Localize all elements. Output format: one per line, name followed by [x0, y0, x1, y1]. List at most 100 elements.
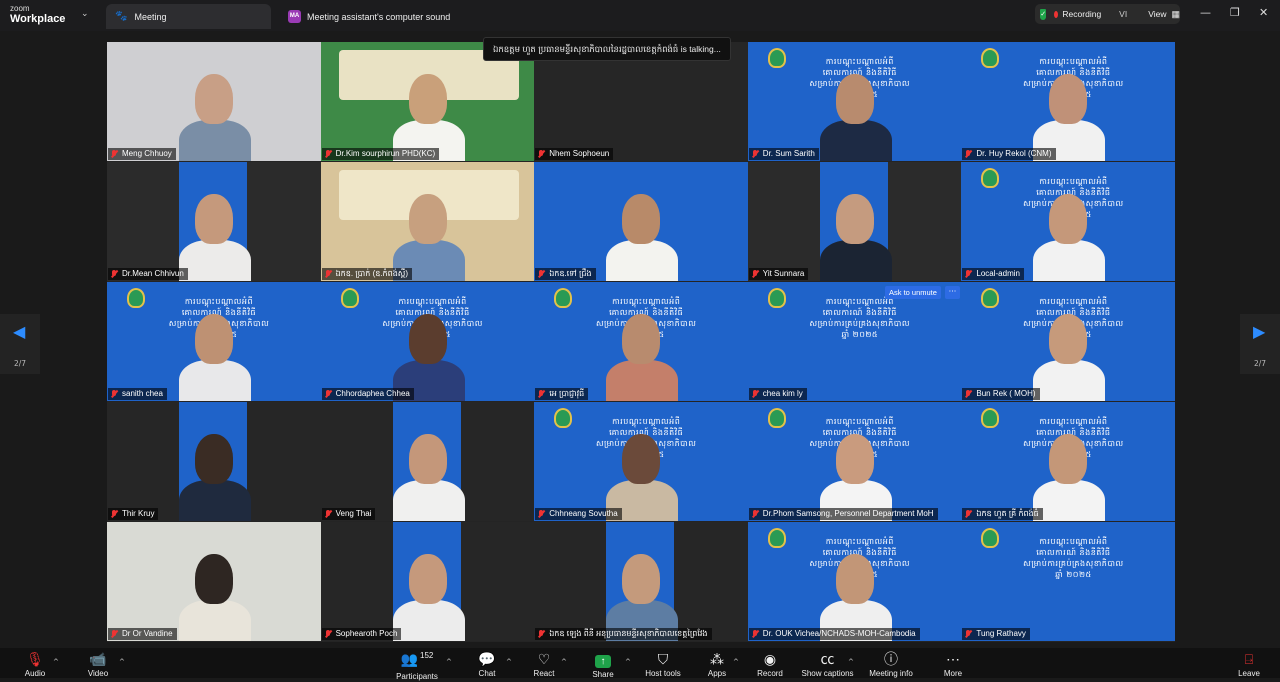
participants-button[interactable]: 👥 152 Participants	[388, 651, 446, 682]
participant-name-tag: ឯកឧ.ទៅ ជ្រឹង	[535, 268, 596, 280]
participant-name: ឯកឧ. ប្រាក់ (ឧ.កំពង់ស្ពឺ)	[335, 269, 409, 278]
participant-name-tag: Thir Kruy	[108, 508, 159, 520]
recording-label[interactable]: Recording	[1062, 9, 1101, 19]
participant-name: Dr. Huy Rekol (CNM)	[976, 149, 1052, 158]
participant-tile[interactable]: Thir Kruy	[107, 402, 321, 521]
participant-name-tag: អេ ប្រាជ្ញាវុធី	[535, 388, 589, 400]
next-page-button[interactable]: ▶ 2/7	[1240, 314, 1280, 374]
participant-name-tag: Dr. Huy Rekol (CNM)	[962, 148, 1056, 160]
zoom-logo[interactable]: zoom Workplace	[10, 4, 65, 25]
participant-name-tag: Nhem Sophoeun	[535, 148, 614, 160]
participant-tile[interactable]: Yit Sunnara	[747, 162, 962, 281]
react-button[interactable]: ♡ React	[528, 651, 560, 679]
page-indicator: 2/7	[1253, 359, 1267, 368]
share-caret-icon[interactable]: ^	[625, 658, 631, 666]
participant-tile[interactable]: ឯកឧ ឡេង ពីនី អនុប្រធានមន្ទីរសុខាភិបាលខេត…	[534, 522, 749, 641]
grid-icon[interactable]: ▦	[1171, 9, 1180, 20]
mic-muted-icon	[965, 390, 971, 398]
participant-tile[interactable]: ការបណ្តុះបណ្តាលអំពីគោលការណ៍ និងនីតិវិធីស…	[961, 162, 1176, 281]
captions-icon: ㏄	[820, 651, 835, 667]
chevron-down-icon[interactable]: ⌄	[81, 9, 89, 19]
video-options-caret-icon[interactable]: ^	[119, 658, 125, 666]
restore-icon[interactable]: ❐	[1230, 6, 1240, 19]
participant-tile[interactable]: ការបណ្តុះបណ្តាលអំពីគោលការណ៍ និងនីតិវិធីស…	[747, 402, 962, 521]
participant-name-tag: ឯកឧ. ប្រាក់ (ឧ.កំពង់ស្ពឺ)	[321, 268, 413, 280]
record-button[interactable]: ◉ Record	[754, 651, 786, 679]
participant-body	[606, 240, 679, 281]
participant-tile[interactable]: ការបណ្តុះបណ្តាលអំពីគោលការណ៍ និងនីតិវិធីស…	[534, 282, 749, 401]
participant-tile[interactable]: ឯកឧ.ទៅ ជ្រឹង	[534, 162, 749, 281]
participant-tile[interactable]: Dr Or Vandine	[107, 522, 321, 641]
banner-text: ការបណ្តុះបណ្តាលអំពីគោលការណ៍ និងនីតិវិធីស…	[768, 296, 952, 340]
chat-caret-icon[interactable]: ^	[506, 658, 512, 666]
banner-line: ការបណ្តុះបណ្តាលអំពី	[1039, 57, 1108, 66]
participant-face	[622, 194, 661, 244]
mic-muted-icon	[752, 630, 758, 638]
shield-icon[interactable]: ✓	[1040, 8, 1047, 20]
participant-name: Bun Rek ( MOH)	[976, 389, 1036, 398]
leave-button[interactable]: ⍈ Leave	[1236, 651, 1262, 679]
participant-name-tag: Dr.Kim sourphirun PHD(KC)	[321, 148, 440, 160]
mic-muted-icon	[111, 630, 117, 638]
participant-tile[interactable]: ការបណ្តុះបណ្តាលអំពីគោលការណ៍ និងនីតិវិធីស…	[534, 402, 749, 521]
participant-tile[interactable]: ការបណ្តុះបណ្តាលអំពីគោលការណ៍ និងនីតិវិធីស…	[747, 522, 962, 641]
participant-face	[195, 314, 233, 364]
participant-name: Local-admin	[976, 269, 1020, 278]
banner-line: ការបណ្តុះបណ្តាលអំពី	[1039, 297, 1108, 306]
participant-tile[interactable]: ការបណ្តុះបណ្តាលអំពីគោលការណ៍ និងនីតិវិធីស…	[747, 282, 962, 401]
view-button[interactable]: View	[1148, 9, 1166, 19]
tab-meeting-assistant[interactable]: MA Meeting assistant's computer sound	[282, 4, 482, 29]
apps-caret-icon[interactable]: ^	[733, 658, 739, 666]
captions-caret-icon[interactable]: ^	[848, 658, 854, 666]
host-tools-button[interactable]: ⛉ Host tools	[643, 651, 683, 679]
participant-tile[interactable]: Meng Chhuoy	[107, 42, 321, 161]
participant-tile[interactable]: ការបណ្តុះបណ្តាលអំពីគោលការណ៍ និងនីតិវិធីស…	[961, 402, 1176, 521]
minimize-icon[interactable]: —	[1200, 6, 1211, 19]
tab-label: Meeting assistant's computer sound	[307, 11, 451, 22]
mic-muted-icon	[111, 270, 117, 278]
participant-tile[interactable]: Sophearoth Poch	[320, 522, 535, 641]
share-button[interactable]: ↑ Share	[588, 651, 618, 680]
react-caret-icon[interactable]: ^	[561, 658, 567, 666]
mic-muted-icon	[752, 150, 758, 158]
tile-more-button[interactable]: ···	[945, 286, 960, 299]
tab-label: Meeting	[134, 11, 167, 22]
audio-options-caret-icon[interactable]: ^	[53, 658, 59, 666]
language-button[interactable]: VI	[1119, 9, 1127, 19]
participant-name-tag: Chhneang Sovutha	[535, 508, 622, 520]
apps-button[interactable]: ⁂ Apps	[702, 651, 732, 679]
participant-tile[interactable]: Veng Thai	[320, 402, 535, 521]
participants-caret-icon[interactable]: ^	[446, 658, 452, 666]
meeting-info-button[interactable]: ⓘ Meeting info	[867, 651, 915, 679]
ask-to-unmute-button[interactable]: Ask to unmute	[885, 286, 941, 299]
host-shield-icon: ⛉	[657, 651, 669, 667]
participant-name: Yit Sunnara	[762, 269, 805, 278]
participant-face	[622, 434, 661, 484]
camera-off-icon: 📹	[89, 651, 107, 667]
participant-tile[interactable]: ការបណ្តុះបណ្តាលអំពីគោលការណ៍ និងនីតិវិធីស…	[961, 522, 1176, 641]
show-captions-button[interactable]: ㏄ Show captions	[800, 651, 855, 679]
close-icon[interactable]: ✕	[1259, 6, 1268, 19]
participant-face	[195, 554, 233, 604]
more-button[interactable]: ⋯ More	[938, 651, 968, 679]
participant-body	[392, 600, 465, 641]
talking-indicator: ឯកឧត្តម ហួត ប្រធានមន្ទីរសុខាភិបាលនៃរដ្ឋប…	[483, 37, 731, 61]
participant-body	[392, 480, 465, 521]
participant-tile[interactable]: ឯកឧ. ប្រាក់ (ឧ.កំពង់ស្ពឺ)	[320, 162, 535, 281]
participant-tile[interactable]: ការបណ្តុះបណ្តាលអំពីគោលការណ៍ និងនីតិវិធីស…	[961, 282, 1176, 401]
participant-name-tag: Dr.Phom Samsong, Personnel Department Mo…	[748, 508, 938, 520]
participant-name: ឯកឧ ហួត គ្រី កំពង់ធំ	[976, 509, 1039, 518]
video-button[interactable]: 📹 Video	[83, 651, 113, 679]
participant-body	[179, 600, 251, 641]
previous-page-button[interactable]: ◀ 2/7	[0, 314, 40, 374]
participant-tile[interactable]: ការបណ្តុះបណ្តាលអំពីគោលការណ៍ និងនីតិវិធីស…	[107, 282, 321, 401]
participant-tile[interactable]: ការបណ្តុះបណ្តាលអំពីគោលការណ៍ និងនីតិវិធីស…	[961, 42, 1176, 161]
participant-face	[835, 554, 874, 604]
audio-button[interactable]: 🎙 Audio	[20, 651, 50, 679]
participant-tile[interactable]: ការបណ្តុះបណ្តាលអំពីគោលការណ៍ និងនីតិវិធីស…	[747, 42, 962, 161]
chat-button[interactable]: 💬 Chat	[472, 651, 502, 679]
participant-body	[1033, 480, 1106, 521]
participant-tile[interactable]: ការបណ្តុះបណ្តាលអំពីគោលការណ៍ និងនីតិវិធីស…	[320, 282, 535, 401]
participant-tile[interactable]: Dr.Mean Chhivun	[107, 162, 321, 281]
tab-meeting[interactable]: 🐾 Meeting	[106, 4, 271, 29]
